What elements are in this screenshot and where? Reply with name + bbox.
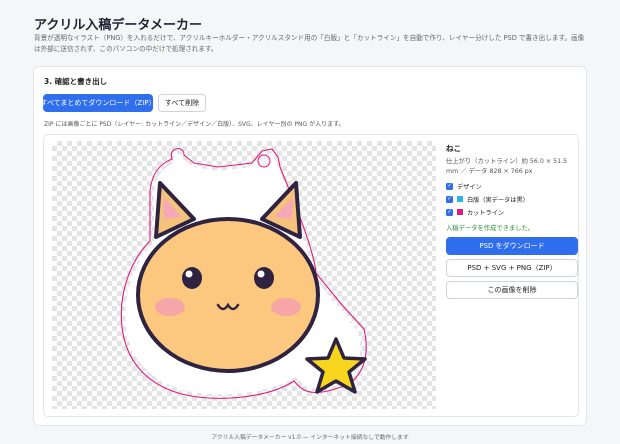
layer-label-white-plate: 白版（実データは黒）	[467, 196, 529, 204]
export-section: 3. 確認と書き出し すべてまとめてダウンロード（ZIP） すべて削除 ZIP …	[33, 66, 587, 426]
item-card: ねこ 仕上がり（カットライン）約 56.0 × 51.5 mm ／ データ 82…	[43, 134, 579, 417]
checkbox-icon[interactable]: ✓	[446, 182, 453, 190]
preview-canvas	[52, 141, 436, 409]
footer: アクリル入稿データメーカー v1.0 — インターネット接続なしで動作します	[211, 435, 409, 441]
left-eye	[182, 267, 202, 289]
download-psd-button[interactable]: PSD をダウンロード	[446, 237, 578, 255]
item-name: ねこ	[446, 144, 461, 153]
layer-label-cutline: カットライン	[467, 209, 505, 217]
layer-toggle-white-plate[interactable]: ✓ 白版（実データは黒）	[446, 194, 529, 204]
white-plate-swatch	[457, 196, 463, 202]
download-bundle-zip-button[interactable]: PSD + SVG + PNG（ZIP）	[446, 259, 578, 277]
cutline-swatch	[457, 209, 463, 215]
cat-artwork-preview	[120, 148, 367, 399]
status-message: 入稿データを作成できました。	[446, 225, 535, 232]
zip-note: ZIP には画像ごとに PSD（レイヤー: カットライン／デザイン／白版）、SV…	[44, 121, 345, 128]
layer-label-design: デザイン	[457, 183, 482, 191]
keyring-hole	[257, 154, 271, 168]
left-cheek	[155, 298, 185, 316]
delete-all-button[interactable]: すべて削除	[158, 94, 206, 112]
right-eye	[254, 267, 274, 289]
checkbox-icon[interactable]: ✓	[446, 208, 453, 216]
section-title: 3. 確認と書き出し	[44, 77, 108, 86]
app-description: 背景が透明なイラスト（PNG）を入れるだけで、アクリルキーホルダー・アクリルスタ…	[34, 34, 585, 53]
app-title: アクリル入稿データメーカー	[34, 18, 202, 33]
item-size: 仕上がり（カットライン）約 56.0 × 51.5 mm ／ データ 828 ×…	[446, 158, 568, 175]
cat-head	[136, 217, 320, 373]
layer-toggle-design[interactable]: ✓ デザイン	[446, 181, 482, 191]
layer-toggle-cutline[interactable]: ✓ カットライン	[446, 207, 504, 217]
right-cheek	[271, 298, 301, 316]
checkbox-icon[interactable]: ✓	[446, 195, 453, 203]
download-all-zip-button[interactable]: すべてまとめてダウンロード（ZIP）	[41, 94, 155, 112]
delete-item-button[interactable]: この画像を削除	[446, 281, 578, 299]
